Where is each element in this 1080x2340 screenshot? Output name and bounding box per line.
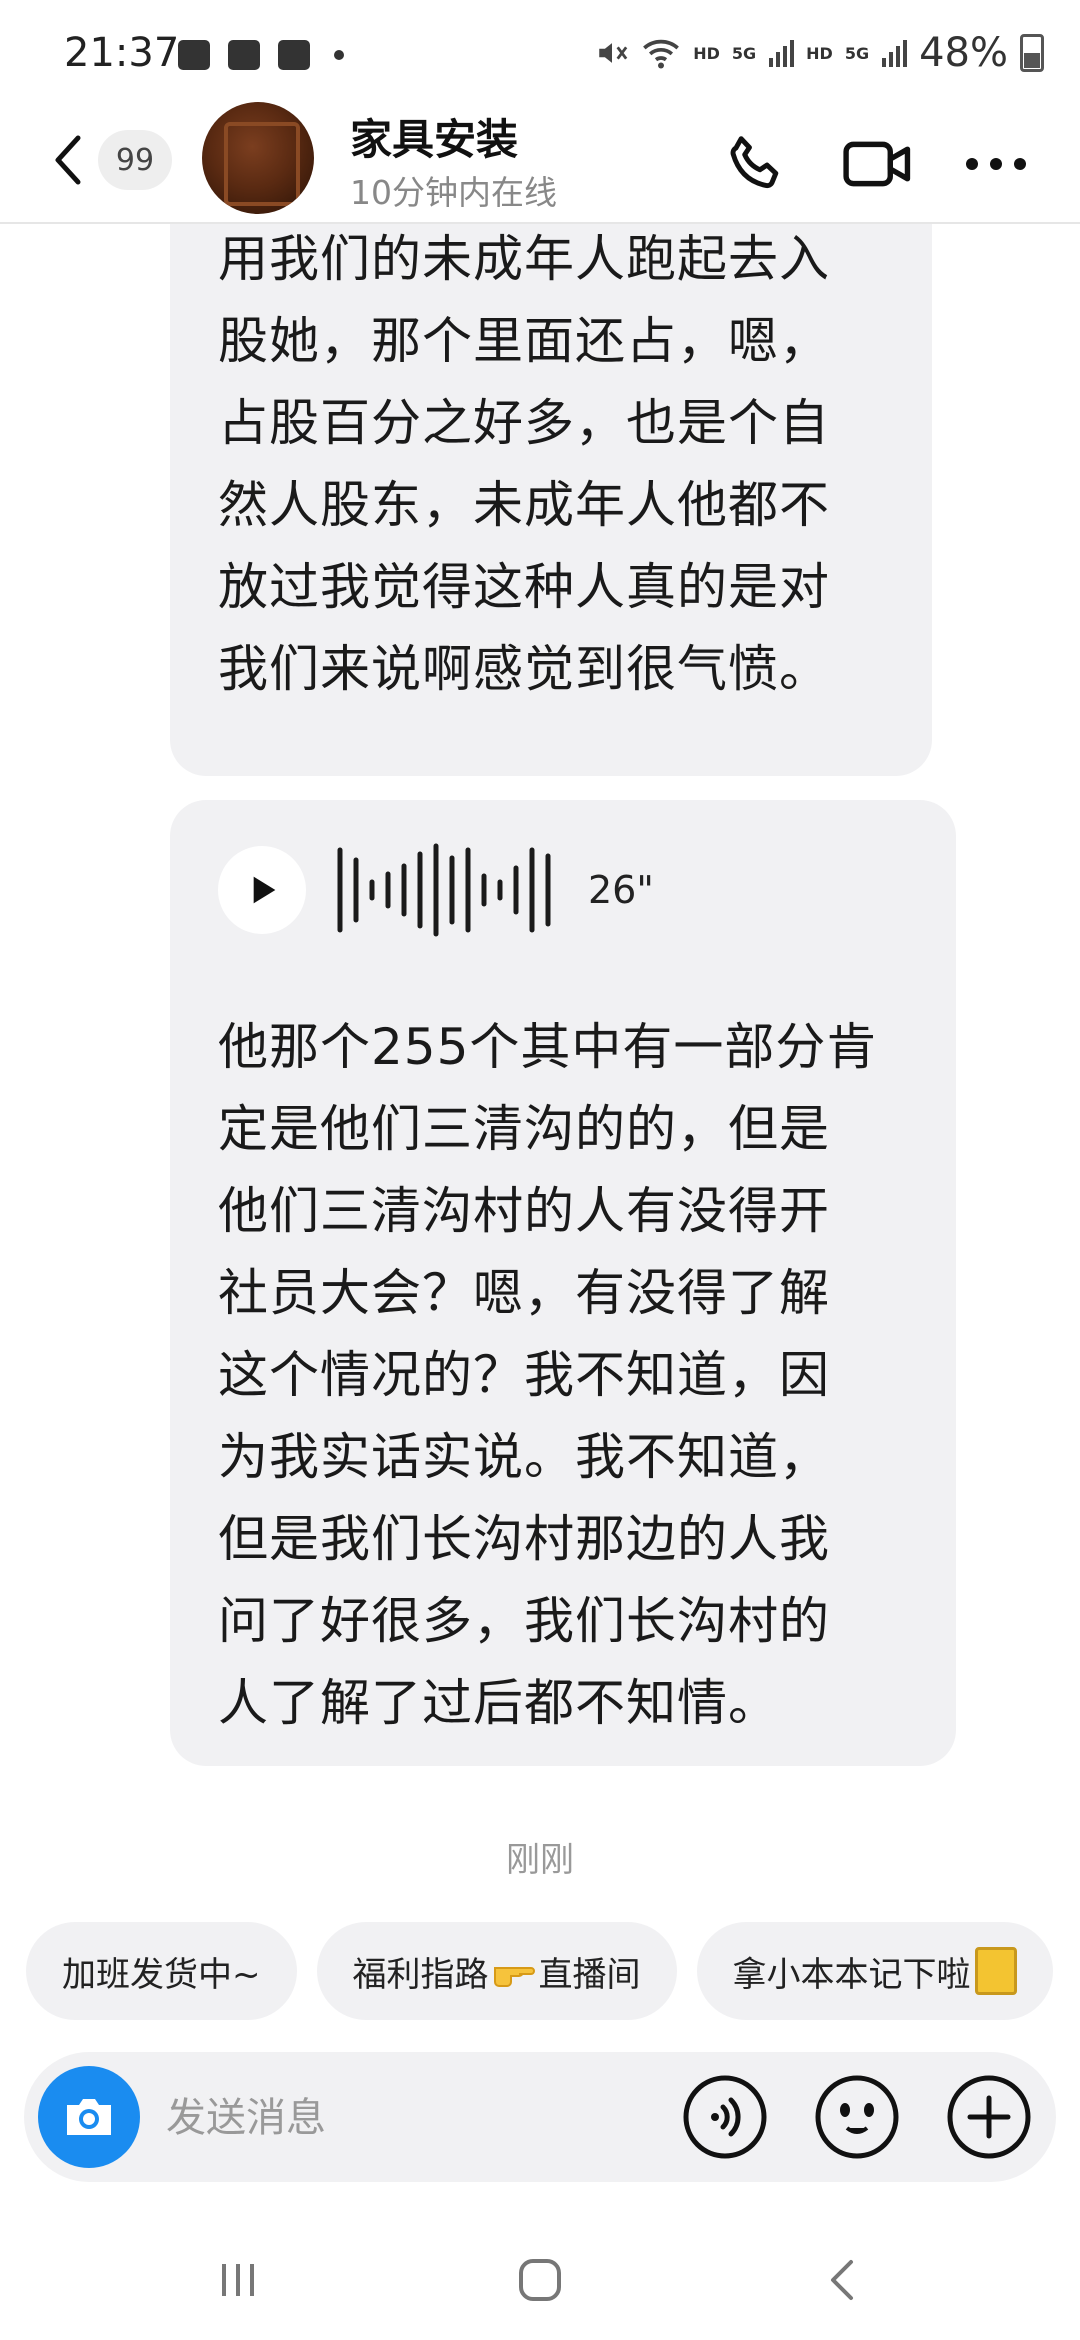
chat-screen: 21:37 HD 5G HD 5G 48% 们的女还是个未成年人，她 用我们的未… [0, 0, 1080, 2340]
mute-icon [599, 43, 628, 63]
home-icon [519, 2259, 561, 2301]
avatar-image [224, 122, 300, 206]
system-status: HD 5G HD 5G 48% [595, 30, 1044, 76]
contact-avatar[interactable] [202, 102, 314, 214]
nav-back-icon [831, 2260, 853, 2300]
battery-percent: 48% [919, 30, 1008, 76]
video-call-button[interactable] [838, 124, 918, 204]
pointing-hand-emoji-icon [493, 1967, 535, 1987]
nav-back-button[interactable] [802, 2250, 882, 2310]
status-bar: 21:37 HD 5G HD 5G 48% [0, 0, 1080, 110]
message-timestamp: 刚刚 [506, 1840, 574, 1880]
message-input-bar [24, 2052, 1056, 2182]
recents-icon [222, 2264, 254, 2296]
camera-icon [67, 2099, 111, 2135]
phone-icon [730, 136, 779, 189]
signal-icon [769, 40, 795, 67]
quick-reply-chip[interactable]: 拿小本本记下啦 [696, 1922, 1053, 2020]
voicemail-notification-icon [228, 40, 260, 70]
network-label: 5G [844, 43, 870, 63]
check-notification-icon [278, 40, 310, 70]
waveform-icon [337, 843, 551, 937]
quick-reply-label: 加班发货中~ [62, 1954, 261, 1995]
emoji-icon [815, 2075, 899, 2159]
network-label: HD [693, 43, 720, 63]
more-actions-button[interactable] [944, 2072, 1034, 2162]
quick-replies: 加班发货中~ 福利指路 直播间 拿小本本记下啦 [26, 1922, 1053, 2020]
unread-count-badge: 99 [98, 130, 172, 190]
battery-icon [1020, 34, 1044, 72]
voice-call-button[interactable] [716, 124, 796, 204]
home-button[interactable] [500, 2250, 580, 2310]
quick-reply-chip[interactable]: 加班发货中~ [26, 1922, 297, 2020]
voice-input-button[interactable] [680, 2072, 770, 2162]
voice-transcript: 他那个255个其中有一部分肯 定是他们三清沟的的，但是 他们三清沟村的人有没得开… [218, 1018, 878, 1732]
play-icon [253, 876, 276, 904]
quick-reply-label: 福利指路 [352, 1954, 489, 1995]
play-button[interactable] [218, 846, 306, 934]
camera-button[interactable] [38, 2066, 140, 2168]
quick-reply-chip[interactable]: 福利指路 直播间 [316, 1922, 677, 2020]
system-nav-bar [0, 2220, 1080, 2340]
video-icon [843, 141, 911, 187]
message-input[interactable] [164, 2082, 668, 2154]
notification-icons [178, 40, 344, 70]
battery-level [1024, 52, 1040, 68]
voice-input-icon [683, 2075, 767, 2159]
quick-reply-label: 直播间 [538, 1954, 641, 1995]
emoji-button[interactable] [812, 2072, 902, 2162]
contact-name[interactable]: 家具安装 [350, 106, 518, 167]
voice-message-bubble[interactable]: 26" 他那个255个其中有一部分肯 定是他们三清沟的的，但是 他们三清沟村的人… [170, 800, 956, 1766]
chat-header: 99 家具安装 10分钟内在线 [0, 100, 1080, 224]
recents-button[interactable] [198, 2250, 278, 2310]
quick-reply-label: 拿小本本记下啦 [732, 1954, 971, 1995]
more-icon [966, 158, 1026, 170]
voice-player: 26" [218, 842, 654, 938]
more-options-button[interactable] [956, 124, 1036, 204]
signal-icon [882, 40, 908, 67]
contact-online-status: 10分钟内在线 [350, 173, 557, 212]
status-time: 21:37 [64, 30, 180, 76]
notebook-emoji-icon [974, 1947, 1017, 1995]
plus-icon [947, 2075, 1031, 2159]
gallery-notification-icon [178, 40, 210, 70]
wifi-icon [643, 39, 680, 69]
network-label: 5G [731, 43, 757, 63]
back-icon [55, 135, 81, 185]
voice-duration: 26" [588, 868, 654, 912]
network-label: HD [806, 43, 833, 63]
more-notifications-dot-icon [334, 50, 344, 60]
